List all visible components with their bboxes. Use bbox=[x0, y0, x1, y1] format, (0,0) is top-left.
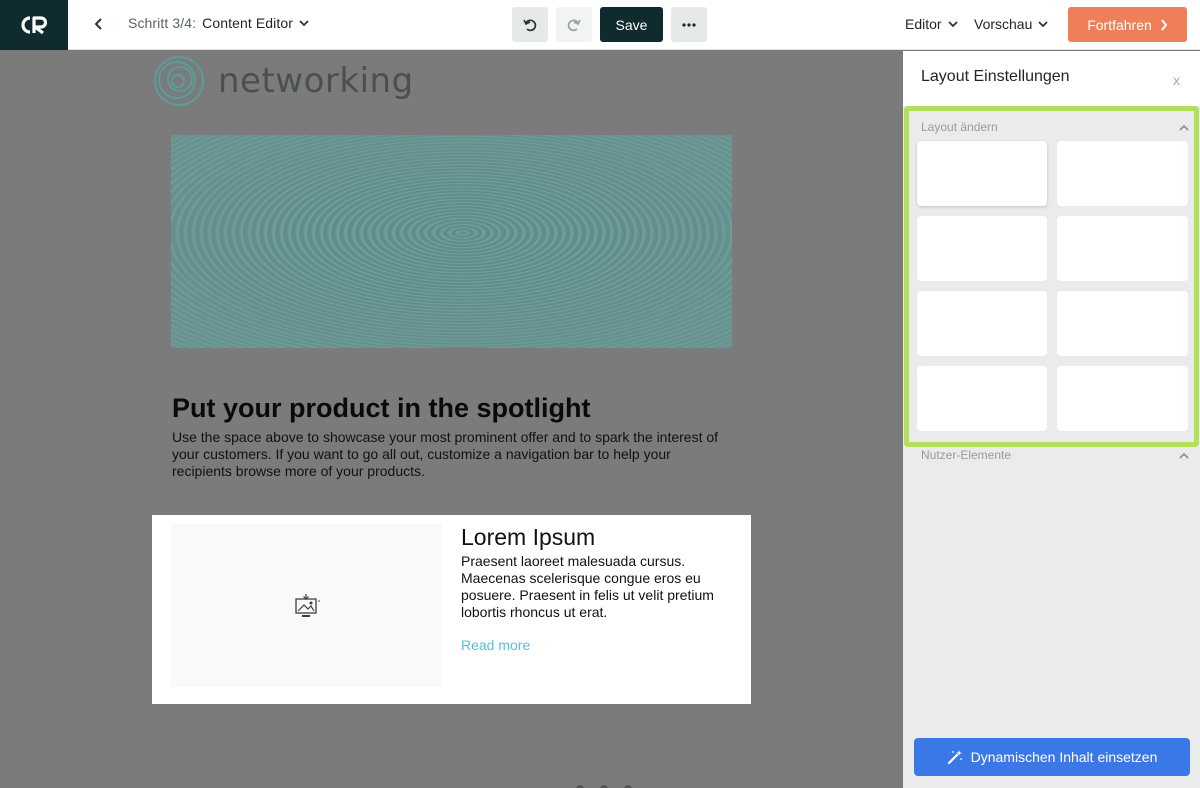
back-button[interactable] bbox=[88, 13, 110, 35]
layout-tile[interactable] bbox=[1057, 216, 1188, 281]
chevron-down-icon bbox=[947, 21, 958, 28]
save-button[interactable]: Save bbox=[600, 7, 663, 42]
layout-tile[interactable] bbox=[1057, 291, 1188, 356]
user-elements-label: Nutzer-Elemente bbox=[921, 448, 1012, 462]
chevron-left-icon bbox=[94, 18, 102, 30]
insert-dynamic-content-label: Dynamischen Inhalt einsetzen bbox=[970, 749, 1158, 765]
hero-image[interactable] bbox=[171, 135, 732, 348]
layout-tiles-grid bbox=[917, 141, 1188, 431]
brand-header[interactable]: networking bbox=[152, 51, 414, 111]
more-options-button[interactable] bbox=[671, 7, 707, 42]
email-headline[interactable]: Put your product in the spotlight bbox=[172, 393, 732, 424]
magic-wand-icon bbox=[947, 750, 962, 765]
user-elements-section-header[interactable]: Nutzer-Elemente bbox=[921, 448, 1189, 462]
chevron-down-icon bbox=[1038, 21, 1049, 28]
chevron-up-icon bbox=[1179, 124, 1189, 131]
logo-icon bbox=[21, 16, 48, 35]
panel-header: Layout Einstellungen x bbox=[903, 51, 1200, 106]
step-label: Schritt 3/4: bbox=[128, 15, 197, 31]
editor-dropdown-label: Editor bbox=[905, 16, 942, 32]
chevron-right-icon bbox=[1161, 18, 1168, 31]
continue-button-label: Fortfahren bbox=[1087, 16, 1152, 33]
image-placeholder[interactable] bbox=[171, 524, 442, 687]
footer-social-icons bbox=[576, 785, 632, 788]
redo-icon bbox=[567, 19, 581, 31]
undo-button[interactable] bbox=[512, 7, 548, 42]
layout-change-section: Layout ändern bbox=[904, 106, 1199, 447]
card-text[interactable]: Praesent laoreet malesuada cursus. Maece… bbox=[461, 553, 731, 621]
layout-tile[interactable] bbox=[1057, 366, 1188, 431]
content-card[interactable]: Lorem Ipsum Praesent laoreet malesuada c… bbox=[152, 515, 751, 704]
editor-dropdown[interactable]: Editor bbox=[905, 16, 958, 32]
layout-tile[interactable] bbox=[917, 216, 1047, 281]
chevron-down-icon bbox=[299, 20, 309, 27]
layout-tile[interactable] bbox=[917, 291, 1047, 356]
brand-logo-icon bbox=[154, 56, 204, 106]
close-panel-button[interactable]: x bbox=[1173, 72, 1180, 88]
preview-dropdown[interactable]: Vorschau bbox=[974, 16, 1049, 32]
app-logo[interactable] bbox=[0, 0, 68, 50]
editor-canvas[interactable]: networking Put your product in the spotl… bbox=[0, 51, 903, 788]
more-dots-icon bbox=[682, 22, 696, 27]
redo-button[interactable] bbox=[556, 7, 592, 42]
brand-name: networking bbox=[218, 61, 414, 101]
card-title[interactable]: Lorem Ipsum bbox=[461, 524, 595, 551]
email-preview: networking Put your product in the spotl… bbox=[152, 51, 751, 788]
undo-icon bbox=[523, 19, 537, 31]
step-selector[interactable]: Schritt 3/4: Content Editor bbox=[128, 15, 309, 31]
layout-section-header[interactable]: Layout ändern bbox=[921, 120, 1189, 134]
layout-settings-panel: Layout Einstellungen x Layout ändern Nut… bbox=[903, 51, 1200, 788]
preview-dropdown-label: Vorschau bbox=[974, 16, 1033, 32]
layout-tile[interactable] bbox=[917, 141, 1047, 206]
footer-fragment bbox=[572, 780, 632, 788]
layout-tile[interactable] bbox=[1057, 141, 1188, 206]
layout-section-label: Layout ändern bbox=[921, 120, 998, 134]
continue-button[interactable]: Fortfahren bbox=[1068, 7, 1187, 42]
image-upload-icon bbox=[294, 593, 320, 617]
email-body-text[interactable]: Use the space above to showcase your mos… bbox=[172, 429, 732, 480]
insert-dynamic-content-button[interactable]: Dynamischen Inhalt einsetzen bbox=[914, 738, 1190, 776]
chevron-up-icon bbox=[1179, 452, 1189, 459]
top-bar: Schritt 3/4: Content Editor Save Editor … bbox=[0, 0, 1200, 50]
read-more-link[interactable]: Read more bbox=[461, 637, 530, 653]
step-title: Content Editor bbox=[202, 15, 294, 31]
layout-tile[interactable] bbox=[917, 366, 1047, 431]
panel-title: Layout Einstellungen bbox=[921, 68, 1070, 85]
